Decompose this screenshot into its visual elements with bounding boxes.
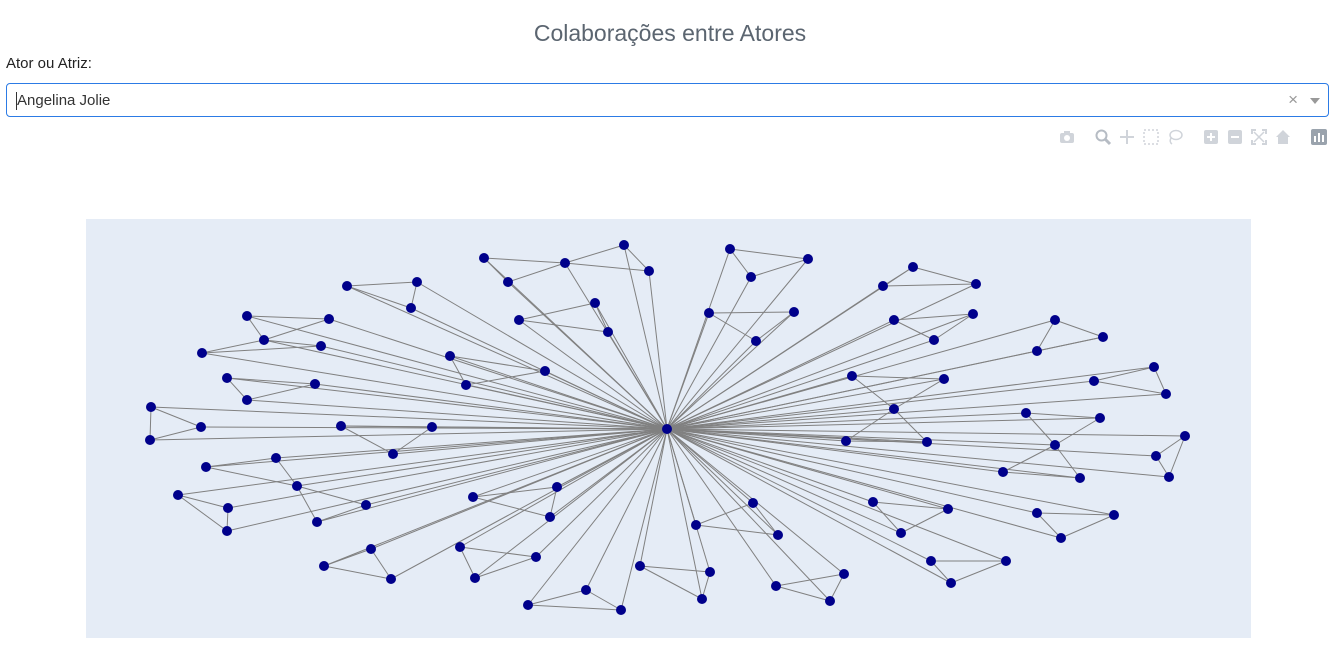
node[interactable] [173,490,183,500]
node[interactable] [1164,472,1174,482]
node[interactable] [644,266,654,276]
node[interactable] [1050,315,1060,325]
node[interactable] [196,422,206,432]
node[interactable] [292,481,302,491]
node[interactable] [468,492,478,502]
node[interactable] [603,327,613,337]
node[interactable] [461,380,471,390]
node[interactable] [406,303,416,313]
node[interactable] [746,272,756,282]
node[interactable] [342,281,352,291]
node[interactable] [146,402,156,412]
node[interactable] [616,605,626,615]
node[interactable] [324,314,334,324]
node[interactable] [361,500,371,510]
node[interactable] [445,351,455,361]
node[interactable] [1149,362,1159,372]
node[interactable] [316,341,326,351]
node[interactable] [271,453,281,463]
node[interactable] [725,244,735,254]
node[interactable] [889,404,899,414]
node[interactable] [470,573,480,583]
node[interactable] [841,436,851,446]
node[interactable] [968,309,978,319]
node[interactable] [847,371,857,381]
node[interactable] [545,512,555,522]
node[interactable] [201,462,211,472]
node[interactable] [319,561,329,571]
node[interactable] [889,315,899,325]
node[interactable] [896,528,906,538]
node[interactable] [704,308,714,318]
node[interactable] [1151,451,1161,461]
node[interactable] [705,567,715,577]
node[interactable] [388,449,398,459]
node[interactable] [223,503,233,513]
node[interactable] [1075,473,1085,483]
node[interactable] [455,542,465,552]
node[interactable] [1050,440,1060,450]
node-center[interactable] [662,424,672,434]
node[interactable] [868,497,878,507]
node[interactable] [998,467,1008,477]
node[interactable] [773,530,783,540]
node[interactable] [514,315,524,325]
node[interactable] [922,437,932,447]
node[interactable] [560,258,570,268]
node[interactable] [523,600,533,610]
node[interactable] [908,262,918,272]
node[interactable] [635,561,645,571]
node[interactable] [222,526,232,536]
node[interactable] [697,594,707,604]
node[interactable] [748,498,758,508]
node[interactable] [825,596,835,606]
node[interactable] [222,373,232,383]
node[interactable] [427,422,437,432]
node[interactable] [1021,408,1031,418]
node[interactable] [242,311,252,321]
node[interactable] [336,421,346,431]
node[interactable] [259,335,269,345]
node[interactable] [1098,332,1108,342]
node[interactable] [590,298,600,308]
node[interactable] [552,482,562,492]
node[interactable] [312,517,322,527]
node[interactable] [619,240,629,250]
node[interactable] [1001,556,1011,566]
node[interactable] [503,277,513,287]
node[interactable] [479,253,489,263]
node[interactable] [1032,508,1042,518]
node[interactable] [1161,389,1171,399]
node[interactable] [803,254,813,264]
node[interactable] [1032,346,1042,356]
network-plot[interactable] [0,0,1340,664]
node[interactable] [943,504,953,514]
node[interactable] [366,544,376,554]
node[interactable] [771,581,781,591]
node[interactable] [197,348,207,358]
node[interactable] [1089,376,1099,386]
node[interactable] [1109,510,1119,520]
node[interactable] [946,578,956,588]
node[interactable] [929,335,939,345]
node[interactable] [751,336,761,346]
node[interactable] [310,379,320,389]
node[interactable] [926,556,936,566]
node[interactable] [1056,533,1066,543]
node[interactable] [839,569,849,579]
node[interactable] [412,277,422,287]
node[interactable] [878,281,888,291]
node[interactable] [581,585,591,595]
node[interactable] [242,395,252,405]
node[interactable] [939,374,949,384]
node[interactable] [145,435,155,445]
node[interactable] [540,366,550,376]
node[interactable] [386,574,396,584]
node[interactable] [789,307,799,317]
node[interactable] [1180,431,1190,441]
node[interactable] [691,520,701,530]
node[interactable] [971,279,981,289]
node[interactable] [1095,413,1105,423]
node[interactable] [531,552,541,562]
